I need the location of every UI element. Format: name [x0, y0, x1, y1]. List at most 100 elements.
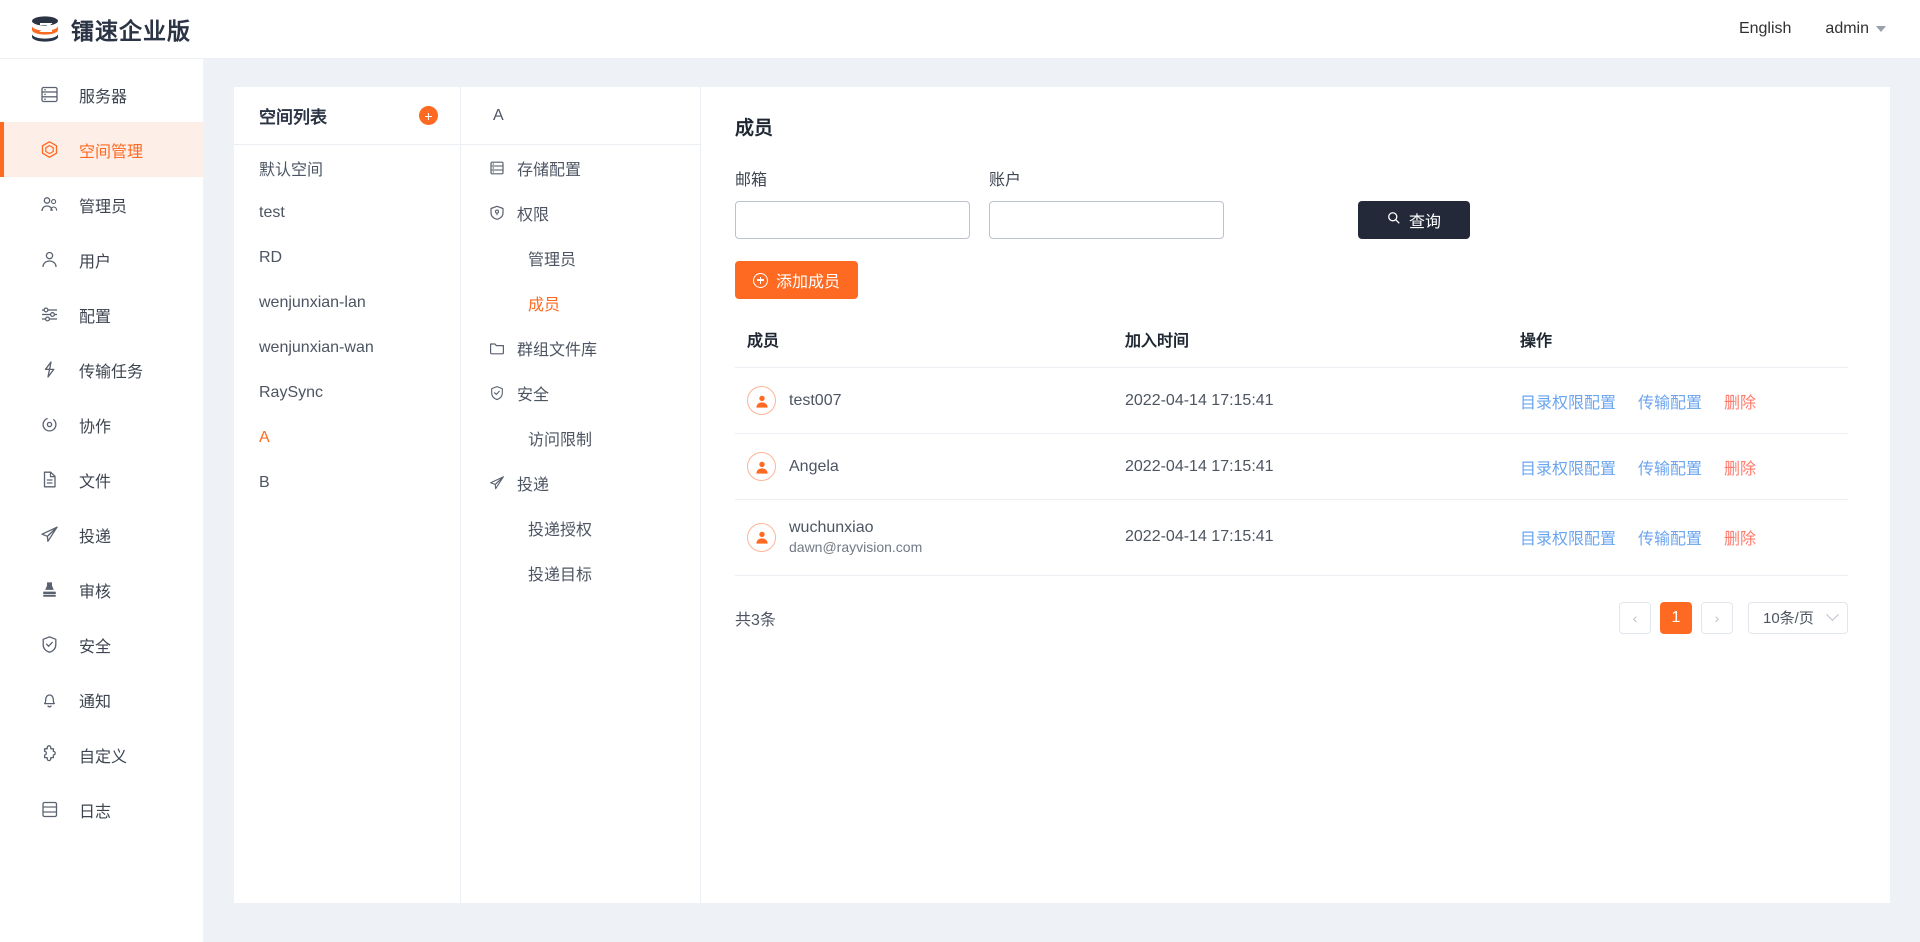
sidebar-item-label: 服务器 [79, 83, 127, 107]
action-transfer-config[interactable]: 传输配置 [1638, 395, 1702, 412]
member-email: dawn@rayvision.com [789, 538, 922, 557]
tree-item[interactable]: 投递 [461, 460, 700, 505]
sidebar-item-13[interactable]: 日志 [0, 782, 203, 837]
sidebar-item-11[interactable]: 通知 [0, 672, 203, 727]
avatar [747, 452, 776, 481]
sidebar-item-label: 配置 [79, 303, 111, 327]
total-count: 共3条 [735, 606, 776, 630]
tree-item[interactable]: 存储配置 [461, 145, 700, 190]
space-list-item[interactable]: wenjunxian-lan [234, 280, 460, 325]
account-input[interactable] [989, 201, 1224, 239]
send-icon [489, 475, 505, 491]
space-list-header: 空间列表 + [234, 87, 460, 145]
sidebar-item-0[interactable]: 服务器 [0, 67, 203, 122]
action-dir-permission[interactable]: 目录权限配置 [1520, 531, 1616, 548]
permission-icon [489, 205, 505, 221]
pagination: ‹ 1 › 10条/页 [1619, 602, 1848, 634]
sidebar-item-12[interactable]: 自定义 [0, 727, 203, 782]
add-member-button[interactable]: 添加成员 [735, 261, 858, 299]
table-row: test0072022-04-14 17:15:41目录权限配置传输配置删除 [735, 368, 1848, 434]
brand: 镭速企业版 [0, 12, 204, 46]
file-icon [40, 470, 59, 489]
chevron-down-icon [1826, 609, 1839, 622]
sidebar-item-5[interactable]: 传输任务 [0, 342, 203, 397]
add-space-button[interactable]: + [419, 106, 438, 125]
prev-page-button[interactable]: ‹ [1619, 602, 1651, 634]
cell-actions: 目录权限配置 传输配置 删除 [1520, 368, 1848, 434]
circle-plus-icon [753, 273, 768, 288]
table-row: wuchunxiaodawn@rayvision.com2022-04-14 1… [735, 500, 1848, 576]
column-actions: 操作 [1520, 327, 1848, 368]
sidebar-item-8[interactable]: 投递 [0, 507, 203, 562]
filter-bar: 邮箱 账户 查询 [735, 166, 1848, 239]
action-dir-permission[interactable]: 目录权限配置 [1520, 461, 1616, 478]
sidebar-item-label: 自定义 [79, 743, 127, 767]
sidebar-item-4[interactable]: 配置 [0, 287, 203, 342]
language-switcher[interactable]: English [1739, 20, 1791, 38]
page-1-button[interactable]: 1 [1660, 602, 1692, 634]
tree-item[interactable]: 权限 [461, 190, 700, 235]
sidebar-item-6[interactable]: 协作 [0, 397, 203, 452]
sidebar-item-2[interactable]: 管理员 [0, 177, 203, 232]
action-transfer-config[interactable]: 传输配置 [1638, 531, 1702, 548]
table-header-row: 成员 加入时间 操作 [735, 327, 1848, 368]
space-list-item[interactable]: 默认空间 [234, 145, 460, 190]
tree-item-label: 权限 [517, 201, 549, 225]
sidebar-item-7[interactable]: 文件 [0, 452, 203, 507]
space-list-item[interactable]: B [234, 460, 460, 505]
space-tree-items: 存储配置权限管理员成员群组文件库安全访问限制投递投递授权投递目标 [461, 145, 700, 595]
tree-item[interactable]: 访问限制 [461, 415, 700, 460]
logo-icon [28, 15, 62, 43]
search-button[interactable]: 查询 [1358, 201, 1470, 239]
tree-item[interactable]: 投递目标 [461, 550, 700, 595]
action-dir-permission[interactable]: 目录权限配置 [1520, 395, 1616, 412]
space-list-item[interactable]: test [234, 190, 460, 235]
log-icon [40, 800, 59, 819]
tree-item[interactable]: 管理员 [461, 235, 700, 280]
tree-item[interactable]: 成员 [461, 280, 700, 325]
sidebar-item-9[interactable]: 审核 [0, 562, 203, 617]
next-page-button[interactable]: › [1701, 602, 1733, 634]
shield-check-icon [40, 635, 59, 654]
sidebar-item-1[interactable]: 空间管理 [0, 122, 203, 177]
cell-member: Angela [735, 434, 1125, 500]
space-list-item[interactable]: wenjunxian-wan [234, 325, 460, 370]
tree-item-label: 安全 [517, 381, 549, 405]
storage-icon [489, 160, 505, 176]
member-name: Angela [789, 457, 839, 477]
action-delete[interactable]: 删除 [1724, 395, 1756, 412]
sidebar-item-label: 日志 [79, 798, 111, 822]
page-title: 成员 [735, 113, 1848, 140]
server-icon [40, 85, 59, 104]
cell-actions: 目录权限配置 传输配置 删除 [1520, 434, 1848, 500]
top-bar: 镭速企业版 English admin [0, 0, 1920, 59]
brand-text: 镭速企业版 [71, 12, 191, 46]
tree-item[interactable]: 安全 [461, 370, 700, 415]
sidebar: 服务器空间管理管理员用户配置传输任务协作文件投递审核安全通知自定义日志 [0, 59, 204, 942]
sidebar-item-label: 传输任务 [79, 358, 143, 382]
tree-item-label: 存储配置 [517, 156, 581, 180]
account-label: 账户 [989, 166, 1224, 190]
space-icon [40, 140, 59, 159]
space-list-items: 默认空间testRDwenjunxian-lanwenjunxian-wanRa… [234, 145, 460, 505]
email-input[interactable] [735, 201, 970, 239]
email-field-group: 邮箱 [735, 166, 970, 239]
tree-item[interactable]: 群组文件库 [461, 325, 700, 370]
space-list-item[interactable]: RD [234, 235, 460, 280]
space-list-item[interactable]: A [234, 415, 460, 460]
user-icon [40, 250, 59, 269]
table-row: Angela2022-04-14 17:15:41目录权限配置传输配置删除 [735, 434, 1848, 500]
panels: 空间列表 + 默认空间testRDwenjunxian-lanwenjunxia… [234, 87, 1890, 903]
tree-item[interactable]: 投递授权 [461, 505, 700, 550]
admin-menu[interactable]: admin [1825, 20, 1886, 38]
action-delete[interactable]: 删除 [1724, 531, 1756, 548]
shield-check-icon [489, 385, 505, 401]
action-delete[interactable]: 删除 [1724, 461, 1756, 478]
space-list-item[interactable]: RaySync [234, 370, 460, 415]
page-size-select[interactable]: 10条/页 [1748, 602, 1848, 634]
avatar [747, 386, 776, 415]
sidebar-item-3[interactable]: 用户 [0, 232, 203, 287]
sidebar-item-10[interactable]: 安全 [0, 617, 203, 672]
tree-item-label: 访问限制 [528, 426, 592, 450]
action-transfer-config[interactable]: 传输配置 [1638, 461, 1702, 478]
